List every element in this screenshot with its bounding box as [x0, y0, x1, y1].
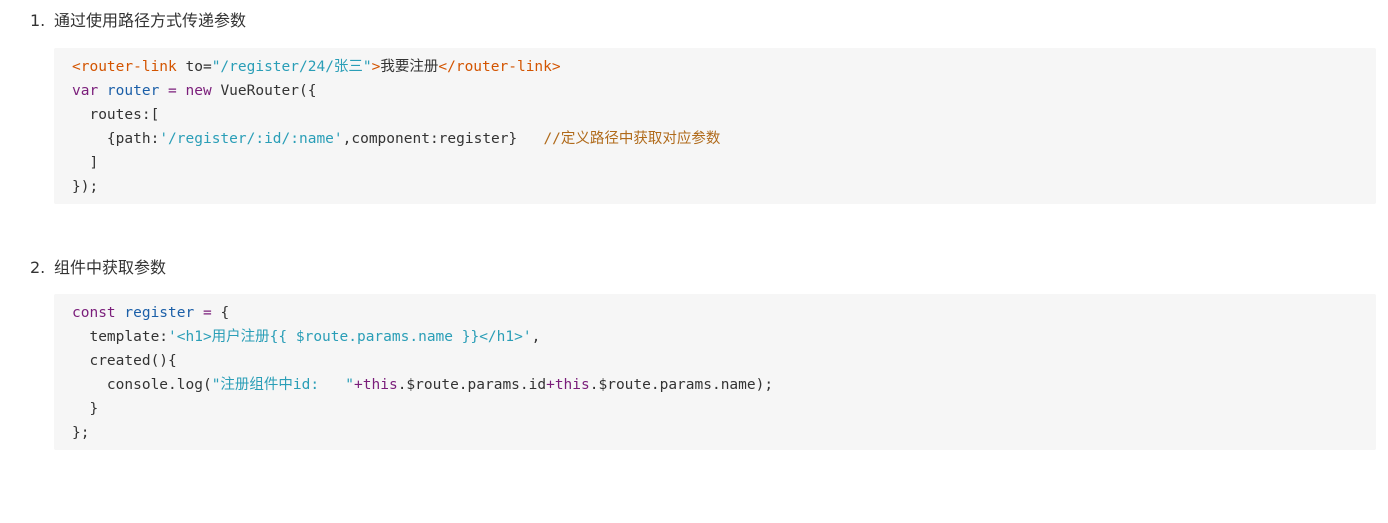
code-line: }: [72, 397, 1376, 421]
list-number: 1.: [30, 11, 46, 30]
code-token: }: [72, 401, 99, 417]
code-line: };: [72, 421, 1376, 445]
list-number: 2.: [30, 258, 46, 277]
code-line: {path:'/register/:id/:name',component:re…: [72, 127, 1376, 151]
code-line: });: [72, 175, 1376, 199]
code-token: +this: [546, 377, 590, 393]
code-line: template:'<h1>用户注册{{ $route.params.name …: [72, 325, 1376, 349]
code-token: template:: [72, 329, 169, 345]
code-token: register: [124, 305, 195, 321]
code-token: {path:: [72, 131, 160, 147]
code-token: '/register/:id/:name': [159, 131, 343, 147]
code-block[interactable]: <router-link to="/register/24/张三">我要注册</…: [54, 48, 1376, 204]
code-token: +this: [354, 377, 398, 393]
code-token: .$route.params.id: [397, 377, 547, 393]
code-token: to=: [185, 59, 212, 75]
code-token: var: [72, 83, 107, 99]
code-token: </router-link>: [438, 59, 561, 75]
code-token: "注册组件中id: ": [211, 377, 355, 393]
step-heading: 1. 通过使用路径方式传递参数: [30, 10, 246, 32]
code-block[interactable]: const register = { template:'<h1>用户注册{{ …: [54, 294, 1376, 450]
code-token: VueRouter({: [220, 83, 317, 99]
code-token: };: [72, 425, 90, 441]
code-line: <router-link to="/register/24/张三">我要注册</…: [72, 55, 1376, 79]
step-title: 组件中获取参数: [54, 258, 167, 277]
code-token: '<h1>用户注册{{ $route.params.name }}</h1>': [168, 329, 532, 345]
code-token: .$route.params.name);: [589, 377, 774, 393]
code-line: var router = new VueRouter({: [72, 79, 1376, 103]
code-token: "/register/24/张三": [211, 59, 372, 75]
code-token: ]: [72, 155, 99, 171]
code-line: const register = {: [72, 301, 1376, 325]
code-token: = new: [168, 83, 221, 99]
code-token: =: [202, 305, 221, 321]
code-token: });: [72, 179, 99, 195]
code-line: routes:[: [72, 103, 1376, 127]
code-token: ,: [531, 329, 541, 345]
code-token: created(){: [72, 353, 177, 369]
code-token: console.log(: [72, 377, 212, 393]
code-token: <router-link: [72, 59, 186, 75]
code-token: //定义路径中获取对应参数: [543, 131, 721, 147]
step-heading: 2. 组件中获取参数: [30, 257, 166, 279]
code-token: routes:[: [72, 107, 160, 123]
code-token: ,component:register}: [342, 131, 544, 147]
code-line: console.log("注册组件中id: "+this.$route.para…: [72, 373, 1376, 397]
code-line: ]: [72, 151, 1376, 175]
code-token: {: [220, 305, 230, 321]
step-title: 通过使用路径方式传递参数: [54, 11, 247, 30]
code-token: 我要注册: [380, 59, 439, 75]
code-line: created(){: [72, 349, 1376, 373]
code-token: router: [106, 83, 160, 99]
code-token: const: [72, 305, 125, 321]
